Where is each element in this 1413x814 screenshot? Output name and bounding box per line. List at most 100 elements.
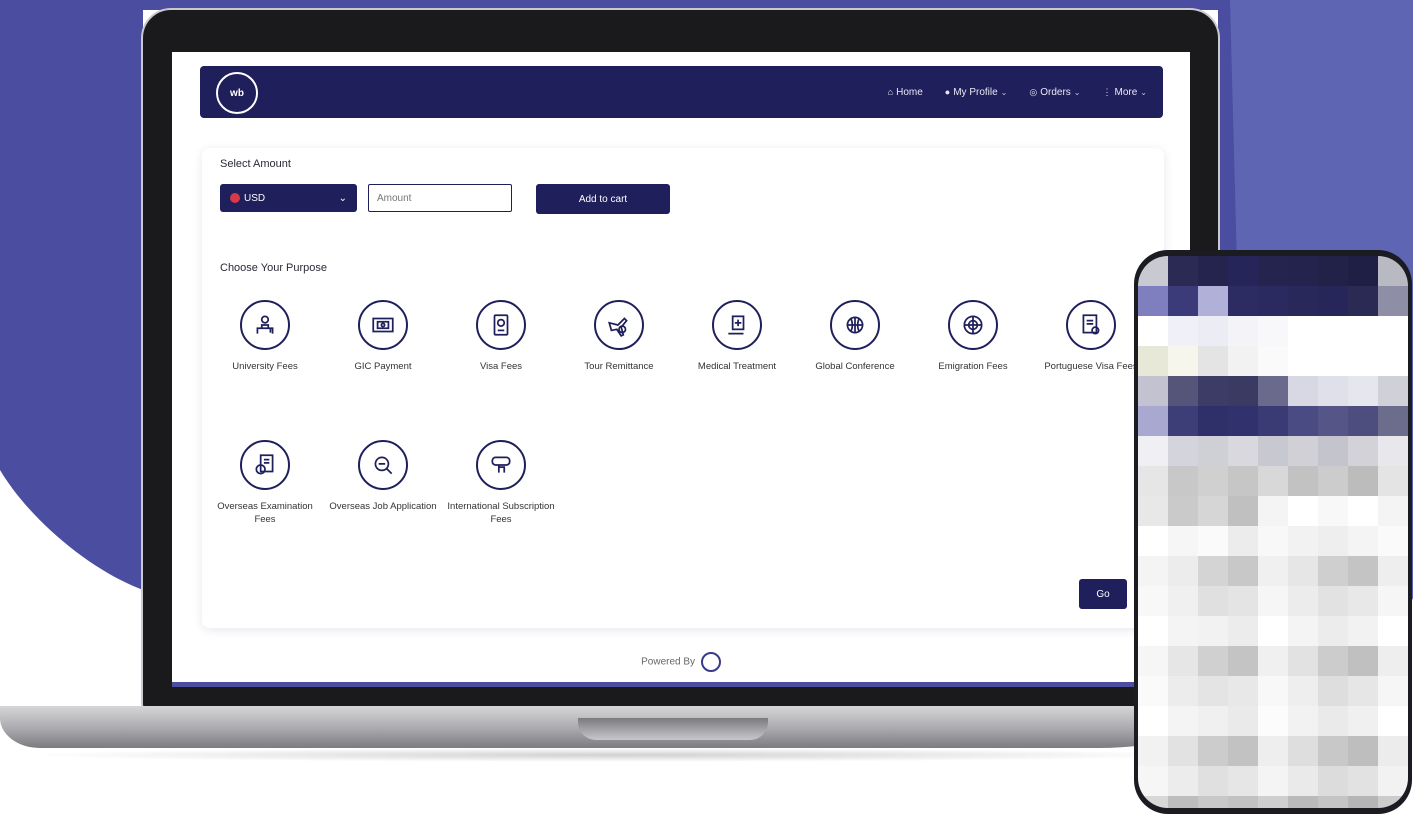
pixel-block (1198, 316, 1228, 346)
pixel-block (1228, 616, 1258, 646)
pixel-block (1228, 466, 1258, 496)
go-button[interactable]: Go (1079, 579, 1127, 609)
pixel-block (1258, 406, 1288, 436)
globe-icon (963, 315, 983, 335)
pixel-block (1168, 586, 1198, 616)
pixel-block (1198, 706, 1228, 736)
purpose-portuguese-visa-fees[interactable]: Portuguese Visa Fees (1036, 300, 1146, 373)
amount-input[interactable] (368, 184, 512, 212)
pixel-block (1258, 766, 1288, 796)
purpose-visa-fees[interactable]: Visa Fees (446, 300, 556, 373)
pixel-block (1348, 496, 1378, 526)
currency-select[interactable]: USD ⌄ (220, 184, 357, 212)
pixel-block (1378, 436, 1408, 466)
pixel-block (1258, 556, 1288, 586)
purpose-global-conference[interactable]: Global Conference (800, 300, 910, 373)
pixel-block (1288, 256, 1318, 286)
pixel-block (1198, 376, 1228, 406)
pixel-block (1138, 706, 1168, 736)
pixel-block (1318, 676, 1348, 706)
pixel-block (1168, 346, 1198, 376)
purpose-overseas-examination-fees[interactable]: Overseas Examination Fees (210, 440, 320, 526)
pixel-block (1348, 616, 1378, 646)
exam-icon (255, 454, 274, 475)
pixel-block (1378, 526, 1408, 556)
nav-item-my-profile[interactable]: ● My Profile ⌄ (945, 87, 1008, 98)
pixel-block (1168, 316, 1198, 346)
add-to-cart-button[interactable]: Add to cart (536, 184, 670, 214)
pixel-block (1288, 466, 1318, 496)
pixel-block (1198, 736, 1228, 766)
pixel-block (1288, 586, 1318, 616)
pixel-block (1258, 286, 1288, 316)
pixel-block (1198, 496, 1228, 526)
pixel-block (1168, 466, 1198, 496)
nav-item-more[interactable]: ⋮ More ⌄ (1103, 87, 1148, 98)
purpose-label: Choose Your Purpose (220, 262, 328, 274)
orders-icon: ◎ (1029, 86, 1038, 97)
pixel-block (1288, 556, 1318, 586)
pixel-block (1228, 586, 1258, 616)
nav-item-label: Home (896, 86, 923, 98)
pixel-block (1378, 586, 1408, 616)
pixel-block (1198, 406, 1228, 436)
pixel-block (1348, 286, 1378, 316)
footer-logo-icon (700, 652, 721, 672)
pixel-block (1288, 646, 1318, 676)
pixel-block (1318, 286, 1348, 316)
pixel-block (1198, 286, 1228, 316)
pixel-block (1348, 706, 1378, 736)
pixel-block (1318, 496, 1348, 526)
pixel-block (1258, 796, 1288, 808)
pixel-block (1228, 646, 1258, 676)
pixel-block (1168, 256, 1198, 286)
pixel-block (1318, 466, 1348, 496)
pixel-block (1288, 616, 1318, 646)
pixel-block (1318, 736, 1348, 766)
purpose-label-text: International Subscription Fees (447, 501, 555, 525)
pixel-block (1378, 466, 1408, 496)
purpose-medical-treatment[interactable]: Medical Treatment (682, 300, 792, 373)
pixel-block (1228, 316, 1258, 346)
pixel-block (1258, 346, 1288, 376)
brand-logo[interactable]: wb (216, 72, 258, 114)
pixel-block (1318, 256, 1348, 286)
currency-value: USD (244, 192, 266, 204)
pixel-block (1378, 316, 1408, 346)
pixel-block (1318, 316, 1348, 346)
pixel-block (1318, 766, 1348, 796)
pixel-block (1288, 676, 1318, 706)
footer: Powered By (172, 652, 1190, 672)
purpose-emigration-fees[interactable]: Emigration Fees (918, 300, 1028, 373)
nav-item-home[interactable]: ⌂ Home (888, 87, 923, 98)
pixel-block (1168, 376, 1198, 406)
user-icon: ● (944, 87, 951, 97)
pixel-block (1228, 526, 1258, 556)
pixel-block (1258, 676, 1288, 706)
passport-icon (493, 314, 509, 336)
pixel-block (1318, 796, 1348, 808)
pixel-block (1258, 526, 1288, 556)
pixel-block (1228, 376, 1258, 406)
nav-item-orders[interactable]: ◎ Orders ⌄ (1029, 87, 1080, 98)
pixel-block (1318, 646, 1348, 676)
purpose-tour-remittance[interactable]: Tour Remittance (564, 300, 674, 373)
laptop-notch (578, 718, 768, 740)
pixel-block (1198, 766, 1228, 796)
pixel-block (1168, 676, 1198, 706)
laptop-screen: wb ⌂ Home ● My Profile ⌄ ◎ Orders ⌄ ⋮ Mo… (172, 52, 1190, 687)
navbar: wb ⌂ Home ● My Profile ⌄ ◎ Orders ⌄ ⋮ Mo… (200, 66, 1163, 118)
purpose-university-fees[interactable]: University Fees (210, 300, 320, 373)
pixel-block (1168, 556, 1198, 586)
purpose-international-subscription-fees[interactable]: International Subscription Fees (446, 440, 556, 526)
pixel-block (1348, 766, 1378, 796)
purpose-gic-payment[interactable]: GIC Payment (328, 300, 438, 373)
pixel-block (1258, 586, 1288, 616)
purpose-overseas-job-application[interactable]: Overseas Job Application (328, 440, 438, 513)
pixel-block (1318, 346, 1348, 376)
airplane-icon (608, 317, 628, 337)
purpose-label-text: Portuguese Visa Fees (1044, 361, 1138, 372)
pixel-block (1168, 436, 1198, 466)
pixel-block (1348, 526, 1378, 556)
pixel-block (1198, 616, 1228, 646)
